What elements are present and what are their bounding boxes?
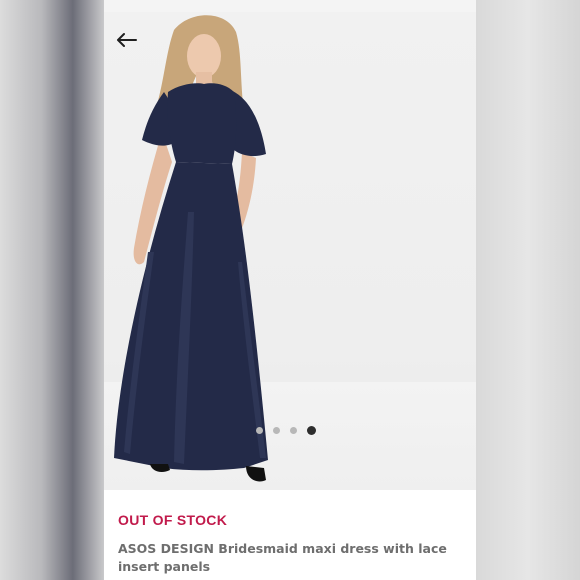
- pagination-dot[interactable]: [290, 427, 297, 434]
- stock-status: OUT OF STOCK: [118, 512, 228, 528]
- arrow-left-icon: [117, 33, 137, 47]
- pagination-dot[interactable]: [273, 427, 280, 434]
- product-image-gallery[interactable]: [104, 12, 476, 490]
- status-strip: [104, 0, 476, 12]
- blurred-right-margin: [476, 0, 580, 580]
- product-info: OUT OF STOCK ASOS DESIGN Bridesmaid maxi…: [104, 490, 476, 580]
- pagination-dot-active[interactable]: [307, 426, 316, 435]
- product-photo: [114, 15, 268, 482]
- back-button[interactable]: [112, 28, 140, 52]
- gallery-pagination: [256, 426, 316, 435]
- product-title: ASOS DESIGN Bridesmaid maxi dress with l…: [118, 541, 447, 574]
- product-screen: OUT OF STOCK ASOS DESIGN Bridesmaid maxi…: [104, 0, 476, 580]
- blurred-left-margin: [0, 0, 104, 580]
- pagination-dot[interactable]: [256, 427, 263, 434]
